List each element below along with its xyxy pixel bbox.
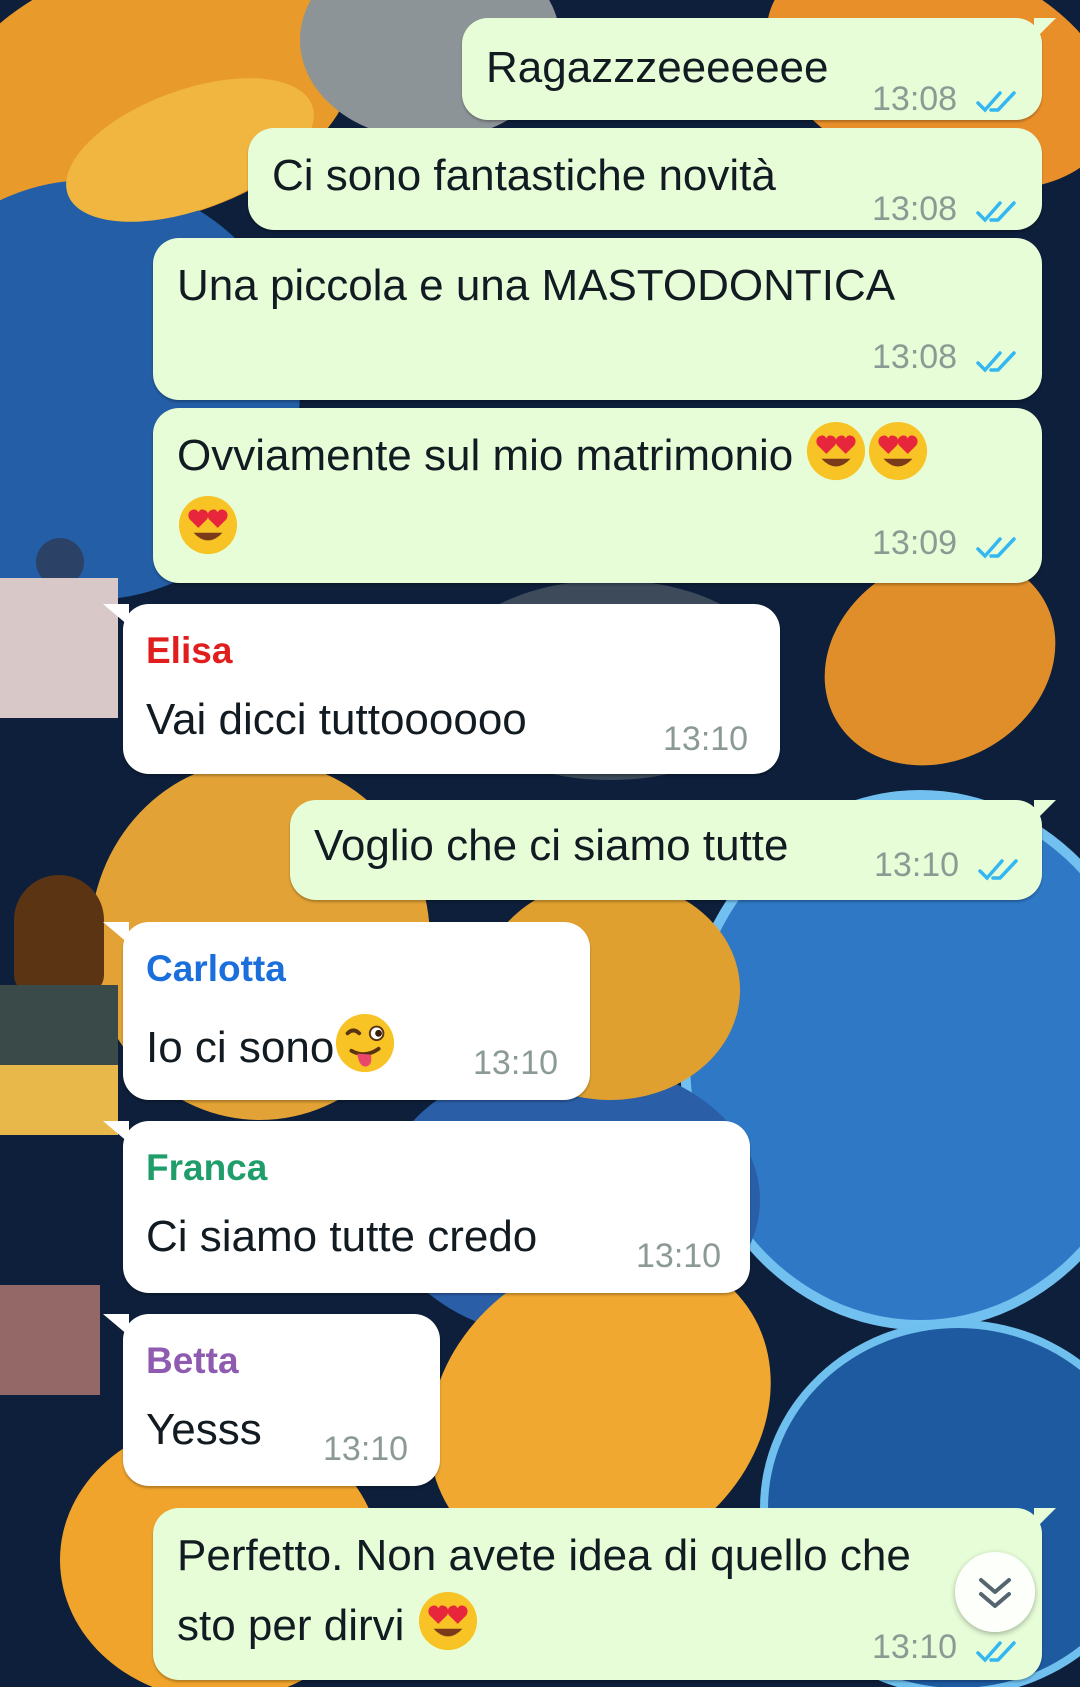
sender-name[interactable]: Betta [146, 1340, 239, 1382]
message-text: Voglio che ci siamo tutte [314, 821, 789, 870]
message-bubble[interactable]: Ovviamente sul mio matrimonio 13:09 [153, 408, 1042, 583]
read-double-check-icon [976, 537, 1016, 559]
read-double-check-icon [976, 1641, 1016, 1663]
heart-eyes-emoji [869, 421, 928, 481]
message-text-content: sto per dirvi [177, 1601, 405, 1650]
read-double-check-icon [978, 859, 1018, 881]
read-double-check-icon [976, 91, 1016, 113]
message-time: 13:09 [872, 524, 958, 562]
message-text: Una piccola e una MASTODONTICA [177, 261, 896, 310]
message-bubble[interactable]: Ragazzzeeeeeee 13:08 [462, 18, 1056, 120]
message-time: 13:10 [872, 1628, 958, 1666]
emoji-line [177, 494, 239, 556]
message-bubble[interactable]: Betta Yesss 13:10 [103, 1314, 440, 1486]
message-time: 13:10 [663, 720, 749, 758]
message-text: Yesss [146, 1405, 262, 1454]
heart-eyes-emoji [418, 1591, 477, 1651]
message-text-content: Io ci sono [146, 1023, 335, 1072]
message-bubble[interactable]: Ci sono fantastiche novità 13:08 [248, 128, 1042, 230]
message-time: 13:10 [473, 1044, 559, 1082]
message-text-content: Ovviamente sul mio matrimonio [177, 431, 794, 480]
message-text: sto per dirvi [177, 1590, 479, 1656]
message-bubble[interactable]: Elisa Vai dicci tuttoooooo 13:10 [103, 604, 780, 774]
message-text: Ci siamo tutte credo [146, 1212, 538, 1261]
avatar[interactable] [0, 1285, 100, 1395]
sender-name[interactable]: Elisa [146, 630, 232, 672]
avatar[interactable] [0, 875, 118, 1135]
message-text: Perfetto. Non avete idea di quello che [177, 1531, 911, 1580]
double-chevron-down-icon [979, 1578, 1011, 1608]
message-time: 13:10 [636, 1237, 722, 1275]
message-text: Ci sono fantastiche novità [272, 151, 776, 200]
message-time: 13:08 [872, 80, 958, 118]
message-bubble[interactable]: Una piccola e una MASTODONTICA 13:08 [153, 238, 1042, 400]
message-bubble[interactable]: Franca Ci siamo tutte credo 13:10 [103, 1121, 750, 1293]
message-bubble[interactable]: Voglio che ci siamo tutte 13:10 [290, 800, 1056, 900]
message-time: 13:10 [323, 1430, 409, 1468]
message-bubble[interactable]: Carlotta Io ci sono 13:10 [103, 922, 590, 1100]
message-time: 13:08 [872, 338, 958, 376]
message-text: Vai dicci tuttoooooo [146, 695, 527, 744]
message-time: 13:08 [872, 190, 958, 228]
message-time: 13:10 [874, 846, 960, 884]
scroll-to-bottom-button[interactable] [955, 1552, 1035, 1632]
message-text: Ovviamente sul mio matrimonio [177, 420, 929, 486]
sender-name[interactable]: Carlotta [146, 948, 286, 990]
avatar[interactable] [0, 538, 118, 718]
sender-name[interactable]: Franca [146, 1147, 267, 1189]
read-double-check-icon [976, 351, 1016, 373]
message-text: Ragazzzeeeeeee [486, 43, 829, 92]
heart-eyes-emoji [178, 495, 238, 555]
message-bubble[interactable]: Perfetto. Non avete idea di quello che s… [153, 1508, 1056, 1680]
read-double-check-icon [976, 201, 1016, 223]
heart-eyes-emoji [807, 421, 866, 481]
message-text: Io ci sono [146, 1012, 396, 1078]
winking-tongue-emoji [336, 1013, 395, 1073]
